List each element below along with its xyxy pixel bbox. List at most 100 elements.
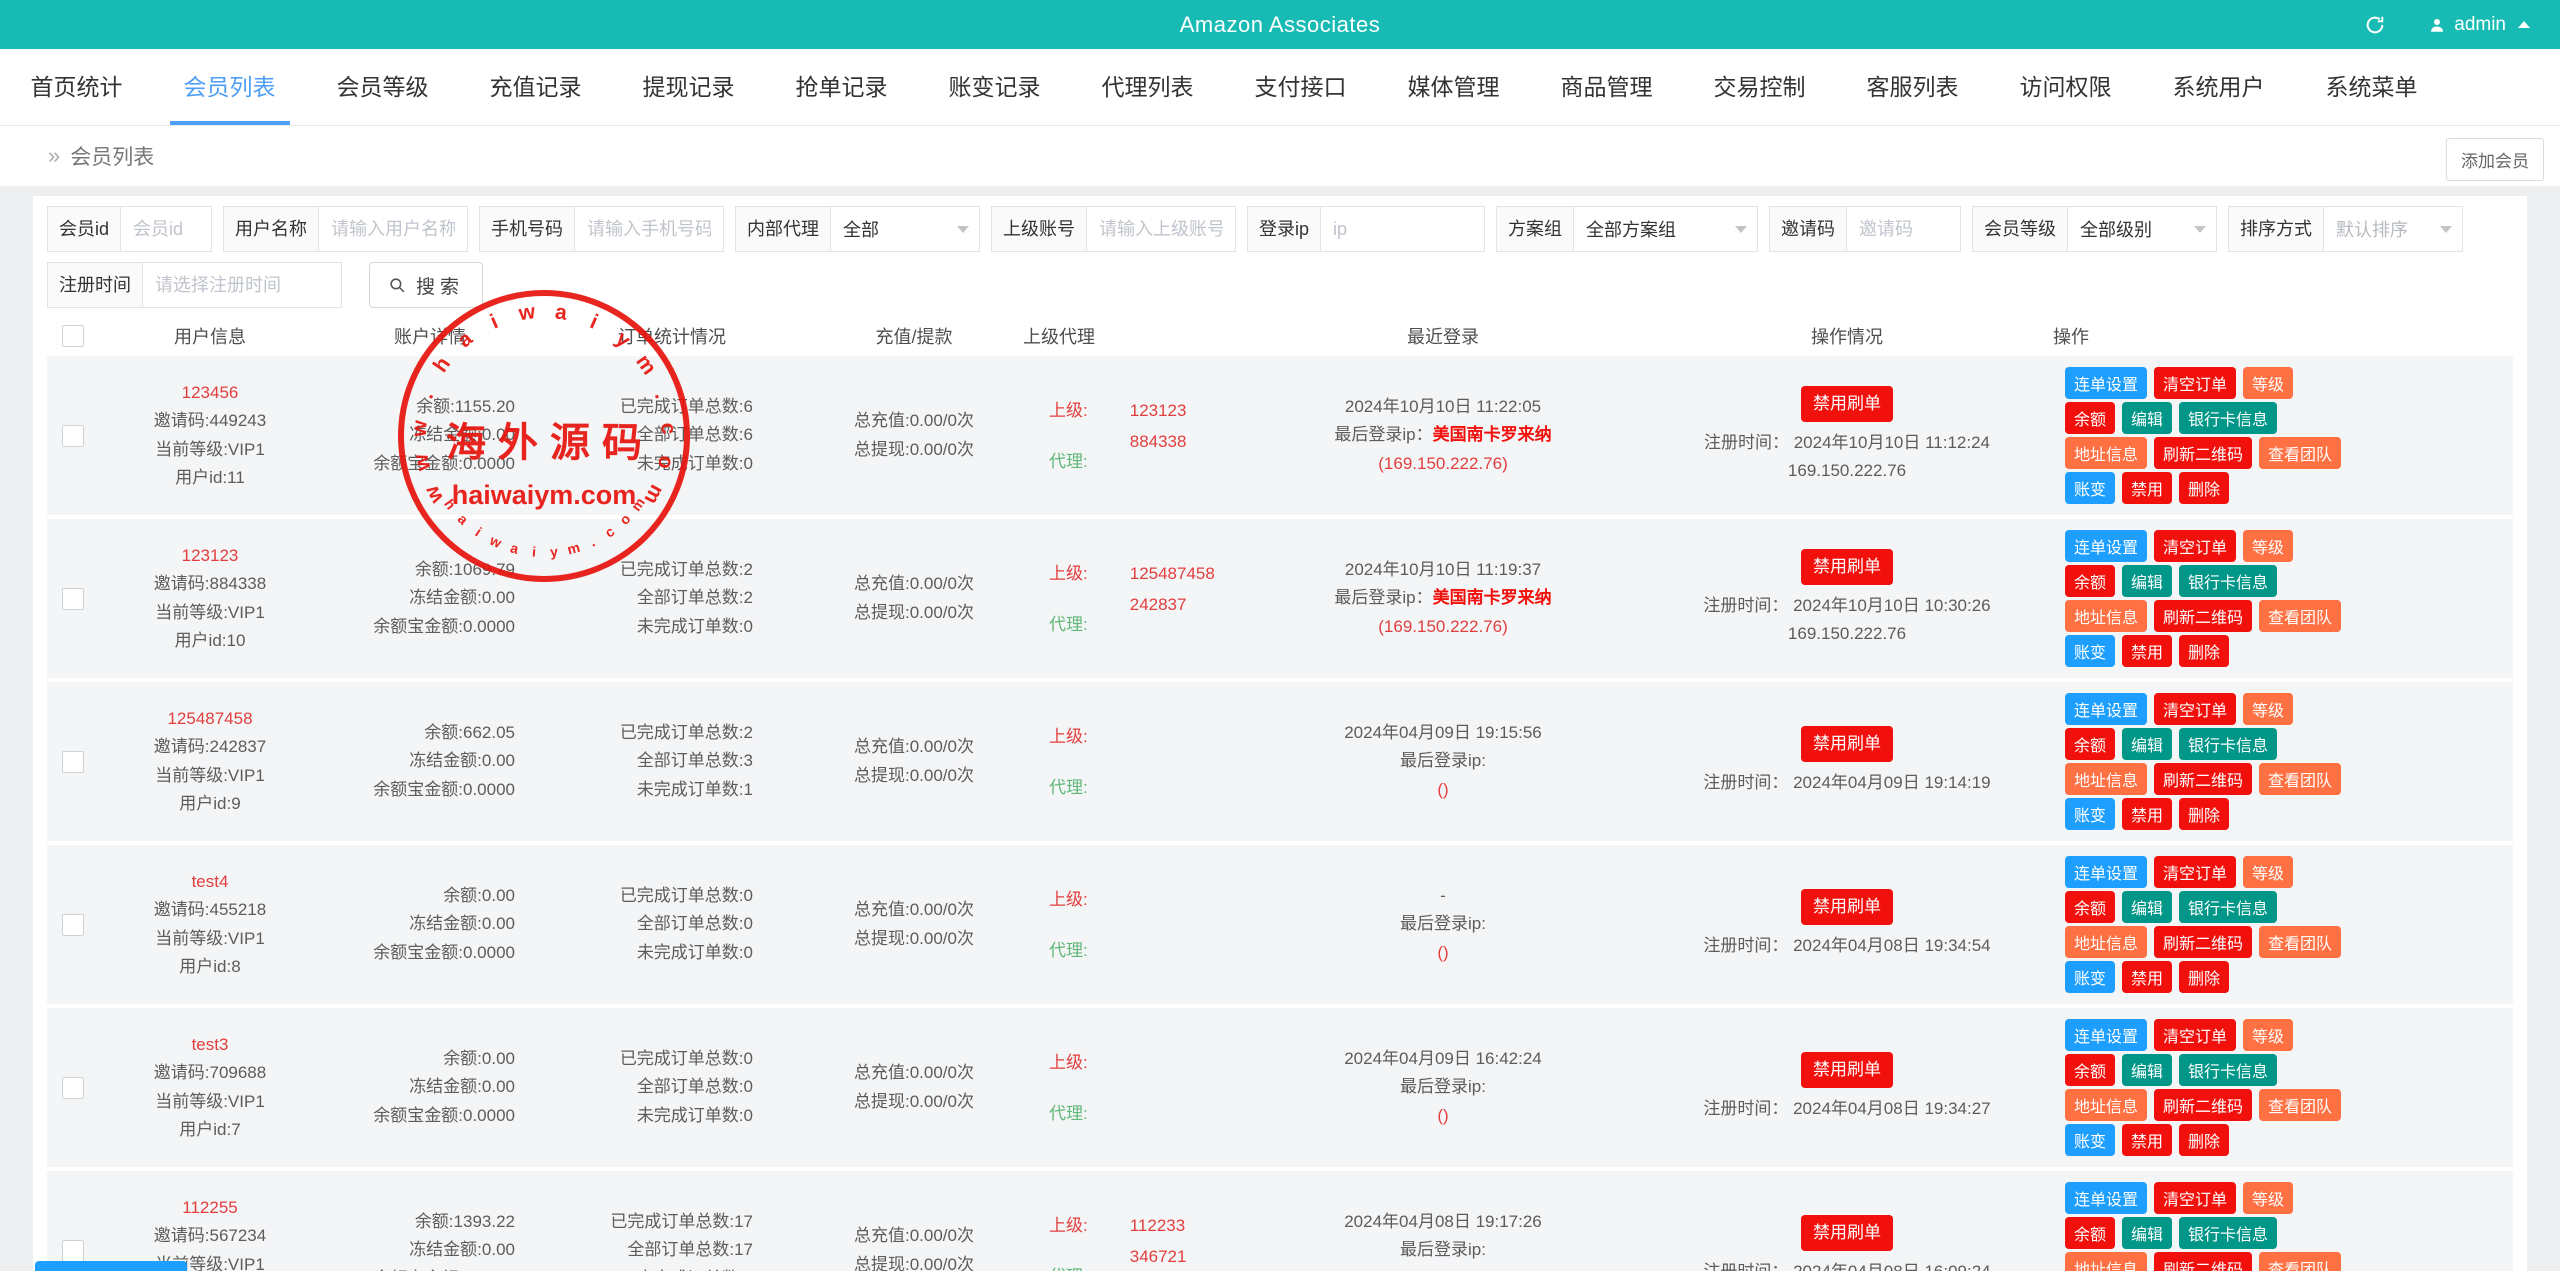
tab-系统用户[interactable]: 系统用户 [2142,49,2295,125]
action-button-银行卡信息[interactable]: 银行卡信息 [2179,728,2277,760]
refresh-icon[interactable] [2362,12,2388,38]
row-checkbox[interactable] [62,914,84,936]
tab-会员等级[interactable]: 会员等级 [306,49,459,125]
filter-input-上级账号[interactable] [1086,206,1236,252]
action-button-账变[interactable]: 账变 [2065,1124,2115,1156]
action-button-刷新二维码[interactable]: 刷新二维码 [2154,763,2252,795]
username-link[interactable]: test3 [99,1031,321,1059]
action-button-地址信息[interactable]: 地址信息 [2065,1252,2147,1271]
user-menu[interactable]: admin [2428,14,2530,36]
username-link[interactable]: 125487458 [99,705,321,733]
action-button-地址信息[interactable]: 地址信息 [2065,600,2147,632]
action-button-编辑[interactable]: 编辑 [2122,891,2172,923]
action-button-等级[interactable]: 等级 [2243,1019,2293,1051]
action-button-余额[interactable]: 余额 [2065,891,2115,923]
tab-客服列表[interactable]: 客服列表 [1836,49,1989,125]
action-button-刷新二维码[interactable]: 刷新二维码 [2154,926,2252,958]
action-button-禁用[interactable]: 禁用 [2122,635,2172,667]
action-button-余额[interactable]: 余额 [2065,1217,2115,1249]
parent-account-link[interactable]: 112233 [1130,1212,1187,1240]
action-button-编辑[interactable]: 编辑 [2122,402,2172,434]
action-button-银行卡信息[interactable]: 银行卡信息 [2179,1054,2277,1086]
search-button[interactable]: 搜索 [369,262,483,308]
tab-首页统计[interactable]: 首页统计 [0,49,153,125]
row-checkbox[interactable] [62,751,84,773]
bulk-action-button-partial[interactable] [35,1261,187,1271]
action-button-清空订单[interactable]: 清空订单 [2154,530,2236,562]
action-button-连单设置[interactable]: 连单设置 [2065,1019,2147,1051]
parent-account-link[interactable]: 242837 [1130,591,1215,619]
parent-account-link[interactable]: 123123 [1130,397,1187,425]
filter-input-登录ip[interactable] [1320,206,1485,252]
select-all-checkbox[interactable] [62,325,84,347]
action-button-编辑[interactable]: 编辑 [2122,565,2172,597]
tab-账变记录[interactable]: 账变记录 [918,49,1071,125]
action-button-查看团队[interactable]: 查看团队 [2259,1252,2341,1271]
username-link[interactable]: 112255 [99,1194,321,1222]
action-button-刷新二维码[interactable]: 刷新二维码 [2154,437,2252,469]
action-button-刷新二维码[interactable]: 刷新二维码 [2154,1089,2252,1121]
action-button-清空订单[interactable]: 清空订单 [2154,856,2236,888]
action-button-清空订单[interactable]: 清空订单 [2154,1019,2236,1051]
tab-媒体管理[interactable]: 媒体管理 [1377,49,1530,125]
action-button-余额[interactable]: 余额 [2065,728,2115,760]
action-button-连单设置[interactable]: 连单设置 [2065,530,2147,562]
tab-代理列表[interactable]: 代理列表 [1071,49,1224,125]
action-button-余额[interactable]: 余额 [2065,1054,2115,1086]
action-button-删除[interactable]: 删除 [2179,961,2229,993]
action-button-银行卡信息[interactable]: 银行卡信息 [2179,565,2277,597]
action-button-账变[interactable]: 账变 [2065,472,2115,504]
filter-input-手机号码[interactable] [574,206,724,252]
action-button-编辑[interactable]: 编辑 [2122,728,2172,760]
action-button-清空订单[interactable]: 清空订单 [2154,367,2236,399]
action-button-编辑[interactable]: 编辑 [2122,1217,2172,1249]
action-button-清空订单[interactable]: 清空订单 [2154,1182,2236,1214]
action-button-银行卡信息[interactable]: 银行卡信息 [2179,891,2277,923]
row-checkbox[interactable] [62,425,84,447]
action-button-禁用[interactable]: 禁用 [2122,798,2172,830]
filter-input-邀请码[interactable] [1846,206,1961,252]
action-button-地址信息[interactable]: 地址信息 [2065,926,2147,958]
action-button-账变[interactable]: 账变 [2065,798,2115,830]
username-link[interactable]: test4 [99,868,321,896]
action-button-删除[interactable]: 删除 [2179,472,2229,504]
action-button-账变[interactable]: 账变 [2065,961,2115,993]
action-button-查看团队[interactable]: 查看团队 [2259,1089,2341,1121]
tab-访问权限[interactable]: 访问权限 [1989,49,2142,125]
tab-会员列表[interactable]: 会员列表 [153,49,306,125]
action-button-编辑[interactable]: 编辑 [2122,1054,2172,1086]
action-button-查看团队[interactable]: 查看团队 [2259,600,2341,632]
filter-select-排序方式[interactable]: 默认排序 [2323,206,2463,252]
action-button-地址信息[interactable]: 地址信息 [2065,1089,2147,1121]
tab-提现记录[interactable]: 提现记录 [612,49,765,125]
tab-充值记录[interactable]: 充值记录 [459,49,612,125]
action-button-等级[interactable]: 等级 [2243,367,2293,399]
action-button-银行卡信息[interactable]: 银行卡信息 [2179,402,2277,434]
filter-select-会员等级[interactable]: 全部级别 [2067,206,2217,252]
username-link[interactable]: 123456 [99,379,321,407]
action-button-删除[interactable]: 删除 [2179,798,2229,830]
tab-交易控制[interactable]: 交易控制 [1683,49,1836,125]
action-button-等级[interactable]: 等级 [2243,1182,2293,1214]
action-button-清空订单[interactable]: 清空订单 [2154,693,2236,725]
action-button-等级[interactable]: 等级 [2243,530,2293,562]
action-button-禁用[interactable]: 禁用 [2122,1124,2172,1156]
action-button-余额[interactable]: 余额 [2065,402,2115,434]
action-button-删除[interactable]: 删除 [2179,1124,2229,1156]
action-button-刷新二维码[interactable]: 刷新二维码 [2154,1252,2252,1271]
row-checkbox[interactable] [62,1240,84,1262]
action-button-查看团队[interactable]: 查看团队 [2259,763,2341,795]
username-link[interactable]: 123123 [99,542,321,570]
action-button-连单设置[interactable]: 连单设置 [2065,856,2147,888]
action-button-地址信息[interactable]: 地址信息 [2065,437,2147,469]
row-checkbox[interactable] [62,588,84,610]
action-button-等级[interactable]: 等级 [2243,856,2293,888]
action-button-禁用[interactable]: 禁用 [2122,961,2172,993]
parent-account-link[interactable]: 346721 [1130,1243,1187,1271]
filter-input-用户名称[interactable] [318,206,468,252]
action-button-地址信息[interactable]: 地址信息 [2065,763,2147,795]
filter-input-会员id[interactable] [120,206,212,252]
parent-account-link[interactable]: 125487458 [1130,560,1215,588]
row-checkbox[interactable] [62,1077,84,1099]
action-button-余额[interactable]: 余额 [2065,565,2115,597]
